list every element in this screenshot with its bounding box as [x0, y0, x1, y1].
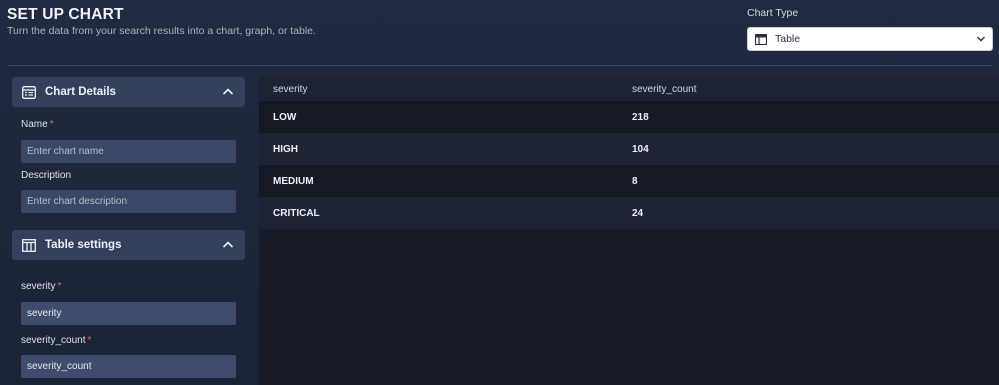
severity-count-field-input[interactable]: [21, 355, 236, 378]
table-header-row: severity severity_count: [259, 77, 999, 101]
table-row: MEDIUM 8: [259, 165, 999, 197]
column-header-severity-count[interactable]: severity_count: [632, 84, 999, 95]
table-settings-title: Table settings: [45, 239, 122, 251]
page-header: SET UP CHART Turn the data from your sea…: [0, 0, 999, 66]
table-cell: 218: [632, 111, 649, 123]
severity-field-input[interactable]: [21, 302, 236, 325]
chevron-up-icon[interactable]: [222, 239, 234, 251]
table-icon: [755, 33, 767, 45]
name-label-text: Name: [21, 119, 48, 130]
table-cell: HIGH: [273, 143, 298, 155]
page-subtitle: Turn the data from your search results i…: [7, 25, 316, 37]
table-row: LOW 218: [259, 101, 999, 133]
table-cell: 8: [632, 175, 638, 187]
chevron-down-icon: [977, 36, 985, 42]
table-cell: LOW: [273, 111, 297, 123]
table-row: CRITICAL 24: [259, 197, 999, 229]
data-table: severity severity_count LOW 218 HIGH 104…: [259, 77, 999, 385]
table-cell: 104: [632, 143, 649, 155]
page-title: SET UP CHART: [7, 6, 124, 23]
severity-count-field-label: severity_count *: [21, 335, 91, 346]
chart-type-value: Table: [775, 33, 801, 45]
chart-details-header[interactable]: Chart Details: [12, 77, 245, 107]
header-divider: [7, 65, 993, 66]
chart-details-icon: [22, 85, 36, 99]
table-cell: 24: [632, 207, 644, 219]
required-marker: *: [87, 335, 92, 346]
table-settings-header[interactable]: Table settings: [12, 230, 245, 260]
columns-icon: [22, 238, 36, 252]
chart-type-select[interactable]: Table: [747, 27, 993, 51]
required-marker: *: [57, 281, 62, 292]
chart-details-title: Chart Details: [45, 86, 116, 98]
name-label: Name *: [21, 119, 54, 130]
description-label: Description: [21, 170, 72, 181]
severity-field-label-text: severity: [21, 281, 56, 292]
table-cell: CRITICAL: [273, 207, 320, 219]
chevron-up-icon[interactable]: [222, 86, 234, 98]
chart-name-input[interactable]: [21, 140, 236, 163]
table-row: HIGH 104: [259, 133, 999, 165]
required-marker: *: [49, 119, 54, 130]
table-cell: MEDIUM: [273, 175, 314, 187]
chart-type-label: Chart Type: [747, 7, 799, 19]
severity-count-field-label-text: severity_count: [21, 335, 86, 346]
chart-description-input[interactable]: [21, 190, 236, 213]
column-header-severity[interactable]: severity: [259, 84, 632, 95]
severity-field-label: severity *: [21, 281, 61, 292]
